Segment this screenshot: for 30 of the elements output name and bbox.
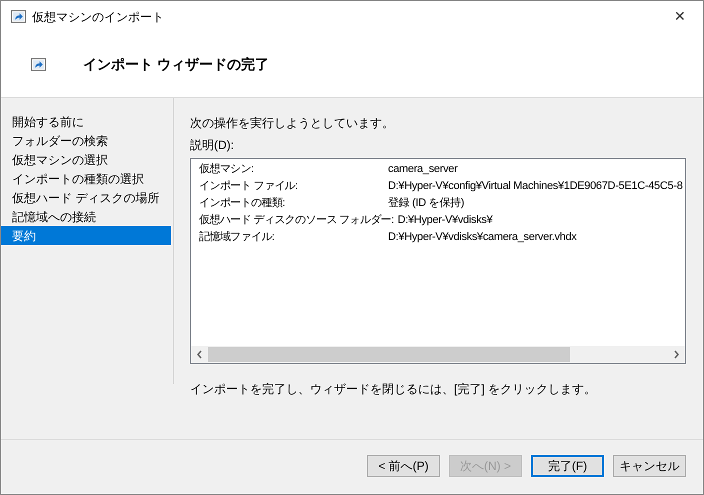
window-icon [11,10,26,23]
summary-value: D:¥Hyper-V¥vdisks¥camera_server.vhdx [388,230,577,246]
summary-value: camera_server [388,162,458,178]
horizontal-scrollbar[interactable] [191,346,685,363]
description-label: 説明(D): [190,137,235,154]
summary-value: 登録 (ID を保持) [388,196,464,212]
summary-label: 仮想ハード ディスクのソース フォルダー: [199,212,395,228]
window-title: 仮想マシンのインポート [32,8,164,26]
sidebar-item[interactable]: 仮想ハード ディスクの場所 [1,188,171,207]
wizard-button[interactable]: < 前へ(P) [367,455,440,477]
summary-label: 仮想マシン: [199,162,254,178]
wizard-icon [31,58,46,71]
intro-text: 次の操作を実行しようとしています。 [190,115,395,132]
scroll-thumb[interactable] [208,347,570,362]
sidebar-item[interactable]: 記憶域への接続 [1,207,171,226]
wizard-heading: インポート ウィザードの完了 [83,55,269,74]
sidebar-item[interactable]: 開始する前に [1,112,171,131]
finish-note: インポートを完了し、ウィザードを閉じるには、[完了] をクリックします。 [190,381,598,398]
wizard-button[interactable]: 完了(F) [531,455,604,477]
wizard-button[interactable]: キャンセル [613,455,686,477]
summary-label: 記憶域ファイル: [199,230,276,246]
close-button[interactable]: ✕ [657,1,703,32]
summary-label: インポートの種類: [199,196,286,212]
summary-value: D:¥Hyper-V¥vdisks¥ [398,213,492,228]
summary-label: インポート ファイル: [199,179,299,194]
summary-value: D:¥Hyper-V¥config¥Virtual Machines¥1DE9067D-5E1C-45C5-8 [388,179,683,194]
sidebar-item[interactable]: 要約 [1,226,171,245]
sidebar-item[interactable]: 仮想マシンの選択 [1,150,171,169]
sidebar-item[interactable]: フォルダーの検索 [1,131,171,150]
sidebar-item[interactable]: インポートの種類の選択 [1,169,171,188]
